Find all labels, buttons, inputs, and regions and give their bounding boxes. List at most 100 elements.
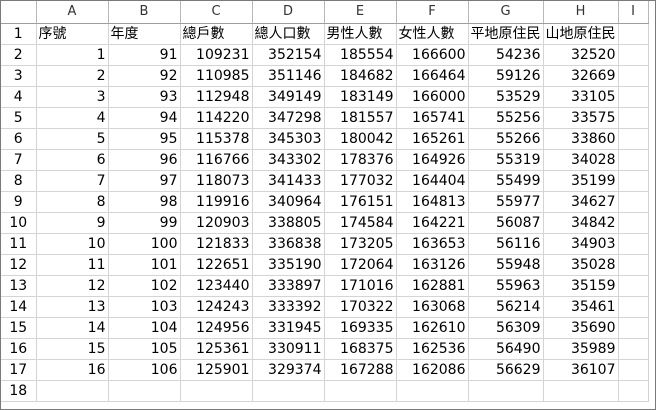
row-header[interactable]: 13 xyxy=(1,275,37,297)
cell[interactable]: 7 xyxy=(36,170,109,192)
cell[interactable]: 34627 xyxy=(543,191,619,213)
header-cell[interactable]: 山地原住民 xyxy=(543,23,619,45)
cell[interactable]: 115378 xyxy=(180,128,253,150)
cell[interactable]: 10 xyxy=(36,233,109,255)
cell[interactable]: 333392 xyxy=(252,296,325,318)
cell[interactable]: 331945 xyxy=(252,317,325,339)
cell[interactable]: 34842 xyxy=(543,212,619,234)
column-header[interactable]: I xyxy=(618,1,649,24)
cell[interactable]: 93 xyxy=(108,86,181,108)
cell[interactable]: 166000 xyxy=(396,86,469,108)
cell[interactable]: 165261 xyxy=(396,128,469,150)
cell[interactable]: 180042 xyxy=(324,128,397,150)
cell[interactable]: 32669 xyxy=(543,65,619,87)
cell[interactable]: 345303 xyxy=(252,128,325,150)
cell[interactable]: 96 xyxy=(108,149,181,171)
cell[interactable] xyxy=(543,380,619,402)
row-header[interactable]: 8 xyxy=(1,170,37,192)
column-header[interactable]: G xyxy=(468,1,544,24)
cell[interactable] xyxy=(618,44,649,66)
cell[interactable]: 54236 xyxy=(468,44,544,66)
cell[interactable] xyxy=(108,380,181,402)
cell[interactable]: 122651 xyxy=(180,254,253,276)
cell[interactable] xyxy=(36,380,109,402)
cell[interactable]: 168375 xyxy=(324,338,397,360)
cell[interactable]: 5 xyxy=(36,128,109,150)
column-header[interactable]: D xyxy=(252,1,325,24)
cell[interactable]: 55319 xyxy=(468,149,544,171)
cell[interactable]: 53529 xyxy=(468,86,544,108)
cell[interactable]: 94 xyxy=(108,107,181,129)
cell[interactable]: 174584 xyxy=(324,212,397,234)
cell[interactable]: 11 xyxy=(36,254,109,276)
cell[interactable]: 338805 xyxy=(252,212,325,234)
row-header[interactable]: 16 xyxy=(1,338,37,360)
cell[interactable]: 163653 xyxy=(396,233,469,255)
cell[interactable]: 181557 xyxy=(324,107,397,129)
cell[interactable]: 162536 xyxy=(396,338,469,360)
cell[interactable]: 97 xyxy=(108,170,181,192)
cell[interactable]: 35199 xyxy=(543,170,619,192)
cell[interactable]: 106 xyxy=(108,359,181,381)
cell[interactable]: 56116 xyxy=(468,233,544,255)
row-header[interactable]: 11 xyxy=(1,233,37,255)
cell[interactable]: 347298 xyxy=(252,107,325,129)
cell[interactable]: 98 xyxy=(108,191,181,213)
row-header[interactable]: 7 xyxy=(1,149,37,171)
cell[interactable]: 33575 xyxy=(543,107,619,129)
select-all-corner[interactable] xyxy=(1,1,37,24)
cell[interactable] xyxy=(618,128,649,150)
header-cell[interactable]: 總戶數 xyxy=(180,23,253,45)
cell[interactable]: 12 xyxy=(36,275,109,297)
cell[interactable]: 56087 xyxy=(468,212,544,234)
cell[interactable]: 14 xyxy=(36,317,109,339)
cell[interactable]: 56214 xyxy=(468,296,544,318)
cell[interactable]: 32520 xyxy=(543,44,619,66)
cell[interactable]: 103 xyxy=(108,296,181,318)
cell[interactable] xyxy=(618,65,649,87)
cell[interactable]: 125901 xyxy=(180,359,253,381)
cell[interactable]: 340964 xyxy=(252,191,325,213)
cell[interactable]: 105 xyxy=(108,338,181,360)
cell[interactable]: 164813 xyxy=(396,191,469,213)
row-header[interactable]: 18 xyxy=(1,380,37,402)
cell[interactable]: 99 xyxy=(108,212,181,234)
cell[interactable]: 9 xyxy=(36,212,109,234)
cell[interactable]: 330911 xyxy=(252,338,325,360)
row-header[interactable]: 9 xyxy=(1,191,37,213)
cell[interactable] xyxy=(252,380,325,402)
cell[interactable]: 167288 xyxy=(324,359,397,381)
column-header[interactable]: C xyxy=(180,1,253,24)
cell[interactable]: 34903 xyxy=(543,233,619,255)
cell[interactable]: 35461 xyxy=(543,296,619,318)
cell[interactable]: 162610 xyxy=(396,317,469,339)
header-cell[interactable]: 年度 xyxy=(108,23,181,45)
cell[interactable] xyxy=(618,296,649,318)
cell[interactable]: 178376 xyxy=(324,149,397,171)
cell[interactable]: 55266 xyxy=(468,128,544,150)
header-cell[interactable]: 平地原住民 xyxy=(468,23,544,45)
cell[interactable]: 110985 xyxy=(180,65,253,87)
cell[interactable]: 164926 xyxy=(396,149,469,171)
cell[interactable]: 165741 xyxy=(396,107,469,129)
column-header[interactable]: A xyxy=(36,1,109,24)
cell[interactable] xyxy=(618,149,649,171)
cell[interactable]: 184682 xyxy=(324,65,397,87)
header-cell[interactable]: 女性人數 xyxy=(396,23,469,45)
cell[interactable]: 166464 xyxy=(396,65,469,87)
cell[interactable]: 56490 xyxy=(468,338,544,360)
cell[interactable]: 164404 xyxy=(396,170,469,192)
cell[interactable]: 35028 xyxy=(543,254,619,276)
cell[interactable]: 351146 xyxy=(252,65,325,87)
cell[interactable]: 33860 xyxy=(543,128,619,150)
cell[interactable]: 33105 xyxy=(543,86,619,108)
cell[interactable]: 125361 xyxy=(180,338,253,360)
cell[interactable]: 35159 xyxy=(543,275,619,297)
cell[interactable]: 112948 xyxy=(180,86,253,108)
cell[interactable]: 102 xyxy=(108,275,181,297)
row-header[interactable]: 17 xyxy=(1,359,37,381)
row-header[interactable]: 10 xyxy=(1,212,37,234)
cell[interactable]: 162881 xyxy=(396,275,469,297)
cell[interactable]: 56309 xyxy=(468,317,544,339)
cell[interactable]: 336838 xyxy=(252,233,325,255)
